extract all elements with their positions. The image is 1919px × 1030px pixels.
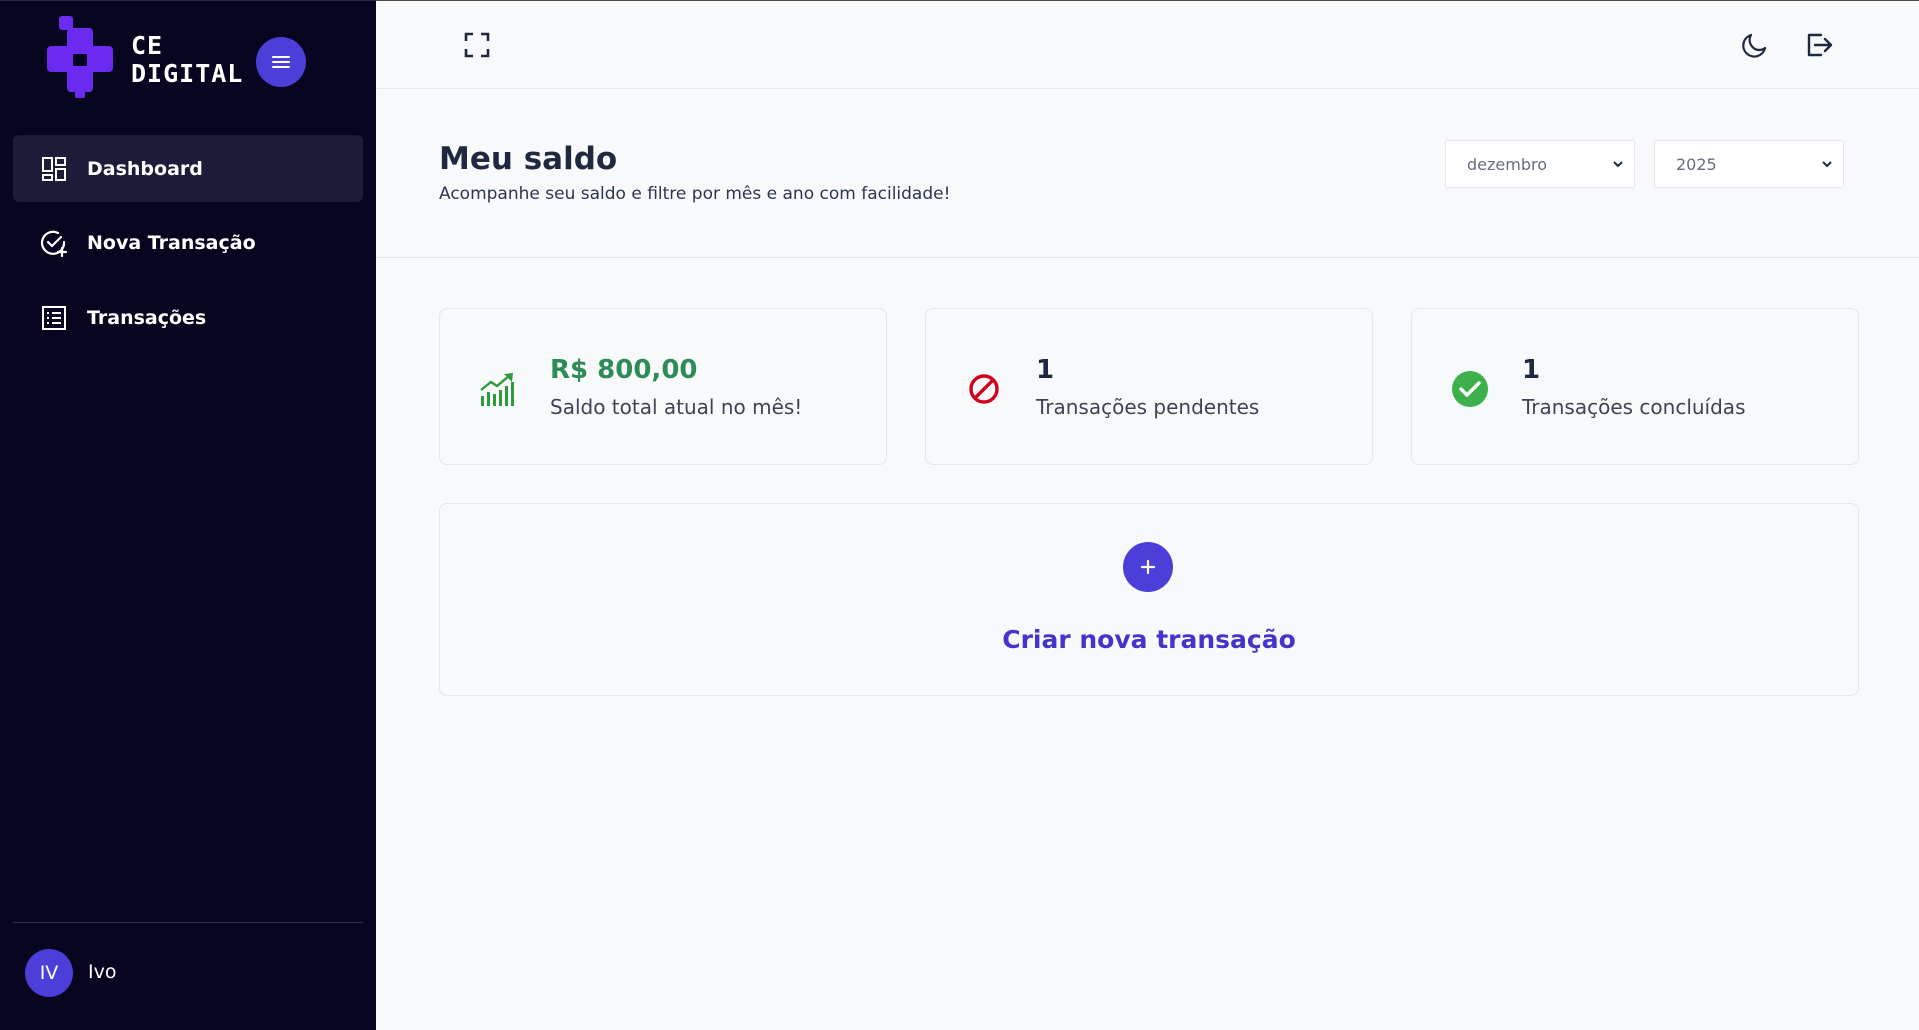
completed-label: Transações concluídas — [1522, 395, 1746, 419]
logo-mark-icon — [47, 16, 113, 98]
dark-mode-button[interactable] — [1734, 25, 1774, 65]
month-select-value: dezembro — [1467, 154, 1547, 174]
menu-toggle-button[interactable] — [256, 37, 306, 87]
chevron-down-icon — [1613, 161, 1623, 168]
hamburger-icon — [272, 56, 290, 68]
create-transaction-label[interactable]: Criar nova transação — [440, 625, 1858, 654]
balance-card: R$ 800,00 Saldo total atual no mês! — [439, 308, 887, 465]
completed-card: 1 Transações concluídas — [1411, 308, 1859, 465]
add-transaction-button[interactable] — [1123, 542, 1173, 592]
sidebar-item-transacoes[interactable]: Transações — [13, 284, 363, 351]
page-subtitle: Acompanhe seu saldo e filtre por mês e a… — [439, 184, 951, 204]
moon-icon — [1742, 33, 1767, 58]
plus-icon — [1140, 559, 1156, 575]
pending-count: 1 — [1036, 355, 1055, 385]
list-icon — [40, 304, 68, 332]
sidebar: CE DIGITAL Dashboard Nova Transação Tran… — [0, 0, 376, 1030]
topbar — [376, 0, 1919, 89]
completed-count: 1 — [1522, 355, 1541, 385]
month-select[interactable]: dezembro — [1445, 140, 1635, 188]
brand-name-line2: DIGITAL — [131, 59, 244, 88]
year-select[interactable]: 2025 — [1654, 140, 1844, 188]
chevron-down-icon — [1822, 161, 1832, 168]
logout-button[interactable] — [1799, 25, 1839, 65]
brand-logo[interactable]: CE DIGITAL — [47, 16, 242, 101]
brand-name-line1: CE — [131, 31, 164, 60]
avatar[interactable]: IV — [25, 949, 73, 997]
blocked-icon — [964, 369, 1004, 409]
sidebar-item-dashboard[interactable]: Dashboard — [13, 135, 363, 202]
sidebar-item-label: Nova Transação — [87, 231, 256, 254]
sidebar-item-label: Transações — [87, 306, 207, 329]
sidebar-item-nova-transacao[interactable]: Nova Transação — [13, 209, 363, 276]
page-header: Meu saldo Acompanhe seu saldo e filtre p… — [376, 89, 1919, 258]
fullscreen-button[interactable] — [457, 25, 497, 65]
balance-label: Saldo total atual no mês! — [550, 395, 803, 419]
sidebar-divider — [13, 922, 363, 923]
fullscreen-icon — [464, 32, 490, 58]
brand-name: CE DIGITAL — [131, 32, 243, 88]
dashboard-icon — [40, 155, 68, 183]
balance-value: R$ 800,00 — [550, 355, 698, 385]
pending-card: 1 Transações pendentes — [925, 308, 1373, 465]
check-circle-icon — [1450, 369, 1490, 409]
logout-icon — [1807, 33, 1833, 57]
chart-up-icon — [478, 369, 518, 409]
pending-label: Transações pendentes — [1036, 395, 1260, 419]
year-select-value: 2025 — [1676, 154, 1717, 174]
user-name[interactable]: Ivo — [88, 961, 116, 983]
page-title: Meu saldo — [439, 141, 618, 177]
create-transaction-panel[interactable]: Criar nova transação — [439, 503, 1859, 696]
check-plus-icon — [40, 229, 68, 257]
sidebar-item-label: Dashboard — [87, 157, 203, 180]
